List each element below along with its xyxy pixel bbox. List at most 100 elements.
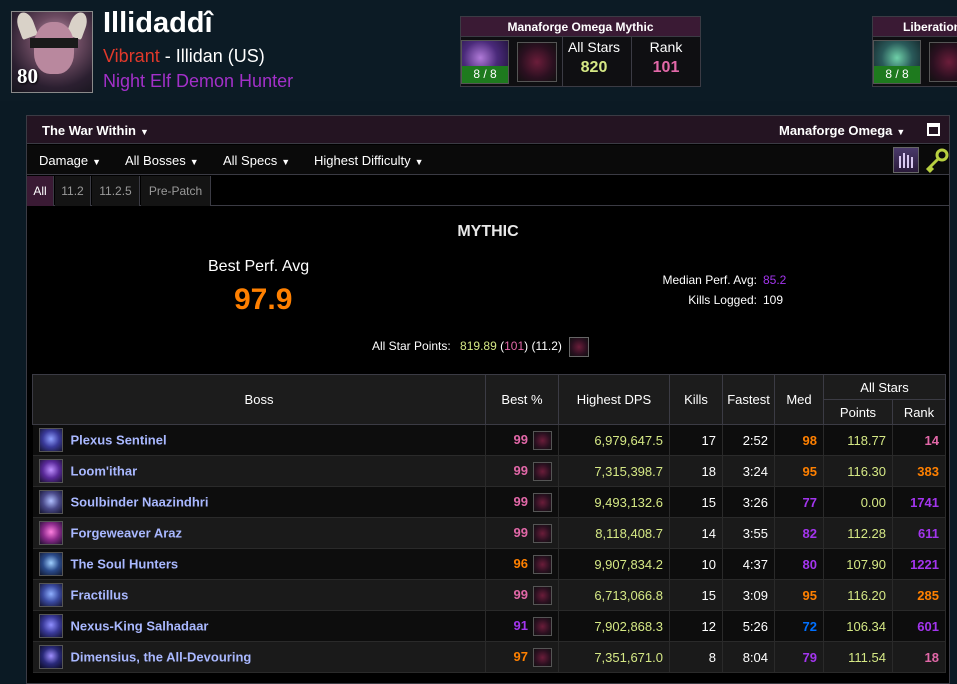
divider [562,37,563,86]
character-avatar[interactable]: 80 [11,11,93,93]
best-cell: 99 [485,455,559,487]
character-level: 80 [17,64,38,88]
fastest-kill: 2:52 [722,424,775,456]
boss-cell[interactable]: Plexus Sentinel [32,424,486,456]
boss-name[interactable]: Soulbinder Naazindhri [71,495,209,510]
bosses-dropdown[interactable]: All Bosses ▼ [125,153,199,168]
best-percent: 99 [513,524,528,540]
rank-value: 101 [652,59,680,76]
expansion-dropdown[interactable]: The War Within ▼ [42,123,149,138]
raid-card-title: Manaforge Omega Mythic [461,17,700,37]
havoc-spec-icon [533,523,552,543]
boss-cell[interactable]: Loom'ithar [32,455,486,487]
all-star-points: 118.77 [823,424,893,456]
all-star-rank: 601 [892,610,946,642]
header-points[interactable]: Points [823,399,893,425]
difficulty-dropdown[interactable]: Highest Difficulty ▼ [314,153,424,168]
boss-portrait-icon [38,614,63,638]
boss-cell[interactable]: Forgeweaver Araz [32,517,486,549]
table-row[interactable]: Soulbinder Naazindhri 99 9,493,132.6 15 3:26… [32,486,946,518]
zone-dropdown[interactable]: Manaforge Omega ▼ [779,123,905,138]
class-icon[interactable] [893,147,919,173]
boss-cell[interactable]: Soulbinder Naazindhri [32,486,486,518]
best-percent: 96 [513,555,528,571]
difficulty-title: MYTHIC [457,223,519,240]
expansion-bar: The War Within ▼ Manaforge Omega ▼ [27,116,949,144]
boss-cell[interactable]: Fractillus [32,579,486,611]
caret-down-icon: ▼ [414,157,424,167]
boss-name[interactable]: Forgeweaver Araz [71,526,183,541]
boss-name[interactable]: Loom'ithar [71,464,138,479]
boss-name[interactable]: Nexus-King Salhadaar [71,619,209,634]
all-star-points-line: All Star Points: 819.89 (101) (11.2) [372,337,590,357]
best-cell: 99 [485,517,559,549]
header-fastest[interactable]: Fastest [722,374,775,425]
all-star-points: 106.34 [823,610,893,642]
patch-tabs: All 11.2 11.2.5 Pre-Patch [27,176,949,206]
median-perf-label: Median Perf. Avg: [662,273,758,287]
header-best[interactable]: Best % [485,374,559,425]
metric-dropdown[interactable]: Damage ▼ [39,153,101,168]
havoc-spec-icon [533,554,552,574]
table-row[interactable]: Loom'ithar 99 7,315,398.7 18 3:24 95 116.30 383 [32,455,946,487]
table-row[interactable]: Fractillus 99 6,713,066.8 15 3:09 95 116.20 285 [32,579,946,611]
boss-portrait-icon [517,42,557,82]
key-icon[interactable] [922,147,949,174]
highest-dps: 8,118,408.7 [558,517,670,549]
best-perf-value: 97.9 [234,283,293,316]
tab-11-2[interactable]: 11.2 [55,176,91,206]
boss-portrait-icon [38,645,63,669]
table-row[interactable]: Plexus Sentinel 99 6,979,647.5 17 2:52 98 118.… [32,424,946,456]
boss-name[interactable]: Plexus Sentinel [71,433,167,448]
boss-cell[interactable]: Nexus-King Salhadaar [32,610,486,642]
best-cell: 99 [485,424,559,456]
boss-cell[interactable]: Dimensius, the All-Devouring [32,641,486,673]
caret-down-icon: ▼ [140,127,149,137]
metric-label: Damage [39,153,89,168]
boss-name[interactable]: Fractillus [71,588,129,603]
raid-progress: 8 / 8 [874,66,920,83]
header-med[interactable]: Med [774,374,824,425]
boss-portrait-icon [38,521,63,545]
median-percent: 80 [774,548,824,580]
table-row[interactable]: Dimensius, the All-Devouring 97 7,351,671.… [32,641,946,673]
highest-dps: 7,902,868.3 [558,610,670,642]
boss-name[interactable]: The Soul Hunters [71,557,179,572]
raid-card-liberation[interactable]: Liberation 8 / 8 [872,16,957,87]
fastest-kill: 8:04 [722,641,775,673]
header-boss[interactable]: Boss [32,374,486,425]
table-row[interactable]: Forgeweaver Araz 99 8,118,408.7 14 3:55 82 112… [32,517,946,549]
tab-11-2-5[interactable]: 11.2.5 [92,176,140,206]
raid-icon: 8 / 8 [461,40,509,84]
boss-portrait-icon [929,42,957,82]
header-kills[interactable]: Kills [669,374,723,425]
table-row[interactable]: The Soul Hunters 96 9,907,834.2 10 4:37 80 107… [32,548,946,580]
fastest-kill: 3:55 [722,517,775,549]
median-percent: 95 [774,455,824,487]
maximize-icon[interactable] [927,123,940,136]
best-percent: 99 [513,493,528,509]
havoc-spec-icon [533,461,552,481]
header-dps[interactable]: Highest DPS [558,374,670,425]
header-all-stars: All Stars [823,374,946,400]
all-star-rank: 1221 [892,548,946,580]
boss-name[interactable]: Dimensius, the All-Devouring [71,650,252,665]
tab-pre-patch[interactable]: Pre-Patch [141,176,211,206]
havoc-spec-icon [533,430,552,450]
boss-cell[interactable]: The Soul Hunters [32,548,486,580]
kills-count: 18 [669,455,723,487]
character-header: 80 Illidaddî Vibrant - Illidan (US) Nigh… [0,0,957,101]
table-row[interactable]: Nexus-King Salhadaar 91 7,902,868.3 12 5:26 7… [32,610,946,642]
raid-card-manaforge[interactable]: Manaforge Omega Mythic 8 / 8 All Stars 8… [460,16,701,87]
realm-link[interactable]: Illidan (US) [176,46,265,66]
best-percent: 91 [513,617,528,633]
header-rank[interactable]: Rank [892,399,946,425]
all-star-points: 116.20 [823,579,893,611]
specs-dropdown[interactable]: All Specs ▼ [223,153,290,168]
all-star-points: 112.28 [823,517,893,549]
highest-dps: 6,979,647.5 [558,424,670,456]
all-star-rank: 14 [892,424,946,456]
guild-link[interactable]: Vibrant [103,46,160,66]
tab-all[interactable]: All [27,176,54,206]
avatar-face [34,22,74,74]
